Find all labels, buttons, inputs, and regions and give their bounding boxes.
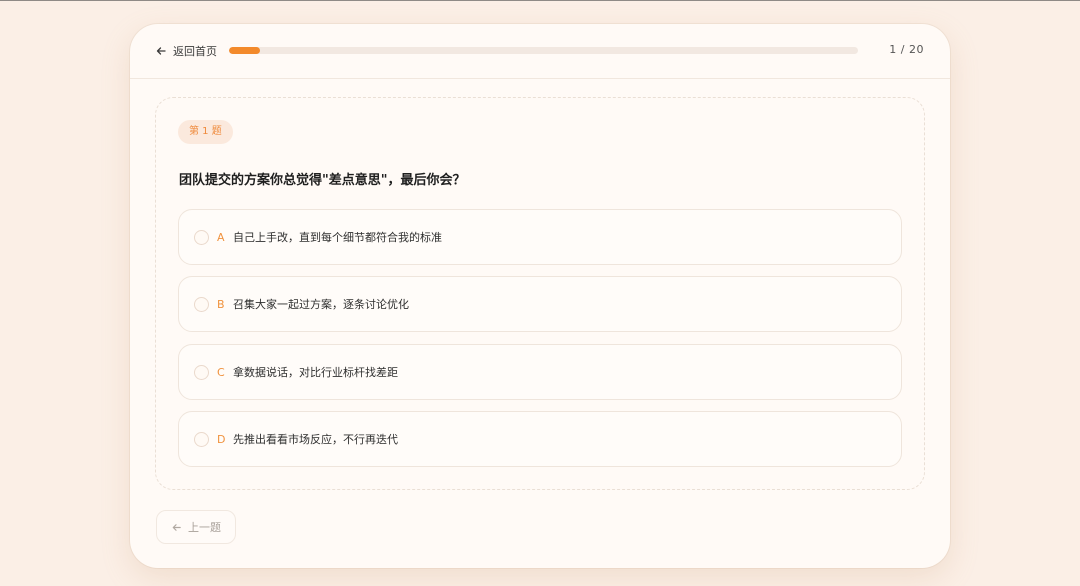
option-text: 先推出看看市场反应，不行再迭代 bbox=[233, 433, 398, 446]
previous-question-button[interactable]: 上一题 bbox=[156, 510, 236, 544]
progress-bar bbox=[229, 47, 858, 54]
back-home-label: 返回首页 bbox=[173, 45, 217, 58]
option-a[interactable]: A 自己上手改，直到每个细节都符合我的标准 bbox=[178, 209, 902, 265]
option-letter: C bbox=[217, 365, 225, 379]
option-letter: D bbox=[217, 432, 226, 446]
question-title: 团队提交的方案你总觉得"差点意思"，最后你会？ bbox=[179, 173, 466, 188]
radio-icon[interactable] bbox=[194, 229, 209, 245]
option-c[interactable]: C 拿数据说话，对比行业标杆找差距 bbox=[178, 344, 902, 400]
option-letter: B bbox=[217, 297, 225, 311]
radio-icon[interactable] bbox=[194, 364, 209, 380]
option-text: 召集大家一起过方案，逐条讨论优化 bbox=[233, 298, 409, 311]
back-home-button[interactable]: 返回首页 bbox=[155, 43, 217, 59]
arrow-left-icon bbox=[156, 47, 166, 55]
option-text: 自己上手改，直到每个细节都符合我的标准 bbox=[233, 231, 442, 244]
option-d[interactable]: D 先推出看看市场反应，不行再迭代 bbox=[178, 411, 902, 467]
quiz-header: 返回首页 1 / 20 bbox=[130, 24, 950, 79]
option-text: 拿数据说话，对比行业标杆找差距 bbox=[233, 366, 398, 379]
progress-count: 1 / 20 bbox=[889, 43, 924, 56]
progress-fill bbox=[229, 47, 261, 54]
option-letter: A bbox=[217, 230, 225, 244]
arrow-left-icon bbox=[172, 523, 181, 531]
question-number-badge: 第 1 题 bbox=[178, 120, 233, 144]
previous-question-label: 上一题 bbox=[188, 521, 221, 534]
quiz-card: 返回首页 1 / 20 第 1 题 团队提交的方案你总觉得"差点意思"，最后你会… bbox=[130, 24, 950, 568]
radio-icon[interactable] bbox=[194, 431, 209, 447]
option-b[interactable]: B 召集大家一起过方案，逐条讨论优化 bbox=[178, 276, 902, 332]
question-panel: 第 1 题 团队提交的方案你总觉得"差点意思"，最后你会？ A 自己上手改，直到… bbox=[155, 97, 925, 490]
radio-icon[interactable] bbox=[194, 296, 209, 312]
